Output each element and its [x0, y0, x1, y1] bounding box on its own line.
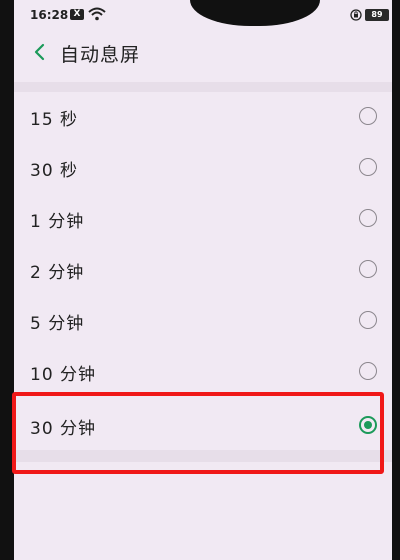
- back-arrow-icon[interactable]: [30, 42, 50, 62]
- app-header: 自动息屏: [14, 30, 392, 74]
- battery-icon: 89: [365, 9, 389, 21]
- status-bar: 16:28 X 89: [14, 0, 392, 30]
- radio-button[interactable]: [359, 362, 377, 380]
- radio-button[interactable]: [359, 107, 377, 125]
- radio-button-selected[interactable]: [359, 416, 377, 434]
- timeout-option-list: 15 秒 30 秒 1 分钟 2 分钟 5 分钟 10 分钟 30 分钟: [14, 92, 392, 456]
- page-title: 自动息屏: [60, 44, 141, 66]
- wifi-icon: [88, 7, 106, 21]
- option-row[interactable]: 2 分钟: [14, 245, 392, 296]
- option-label: 1 分钟: [30, 212, 85, 232]
- radio-button[interactable]: [359, 209, 377, 227]
- radio-button[interactable]: [359, 158, 377, 176]
- option-row[interactable]: 30 秒: [14, 143, 392, 194]
- notification-icon: X: [70, 9, 84, 20]
- option-row-selected[interactable]: 30 分钟: [14, 398, 392, 456]
- section-divider: [14, 82, 392, 92]
- phone-screen: 16:28 X 89 自动息屏 15 秒 30 秒 1 分钟 2 分钟 5 分钟…: [14, 0, 392, 560]
- radio-button[interactable]: [359, 260, 377, 278]
- option-label: 30 秒: [30, 161, 79, 181]
- status-time: 16:28: [30, 8, 69, 22]
- option-row[interactable]: 1 分钟: [14, 194, 392, 245]
- lock-rotation-icon: [350, 9, 362, 21]
- option-label: 2 分钟: [30, 263, 85, 283]
- option-row[interactable]: 15 秒: [14, 92, 392, 143]
- option-label: 30 分钟: [30, 419, 97, 439]
- option-label: 5 分钟: [30, 314, 85, 334]
- option-label: 10 分钟: [30, 365, 97, 385]
- section-divider-bottom: [14, 450, 392, 462]
- option-row[interactable]: 10 分钟: [14, 347, 392, 398]
- option-label: 15 秒: [30, 110, 79, 130]
- radio-button[interactable]: [359, 311, 377, 329]
- option-row[interactable]: 5 分钟: [14, 296, 392, 347]
